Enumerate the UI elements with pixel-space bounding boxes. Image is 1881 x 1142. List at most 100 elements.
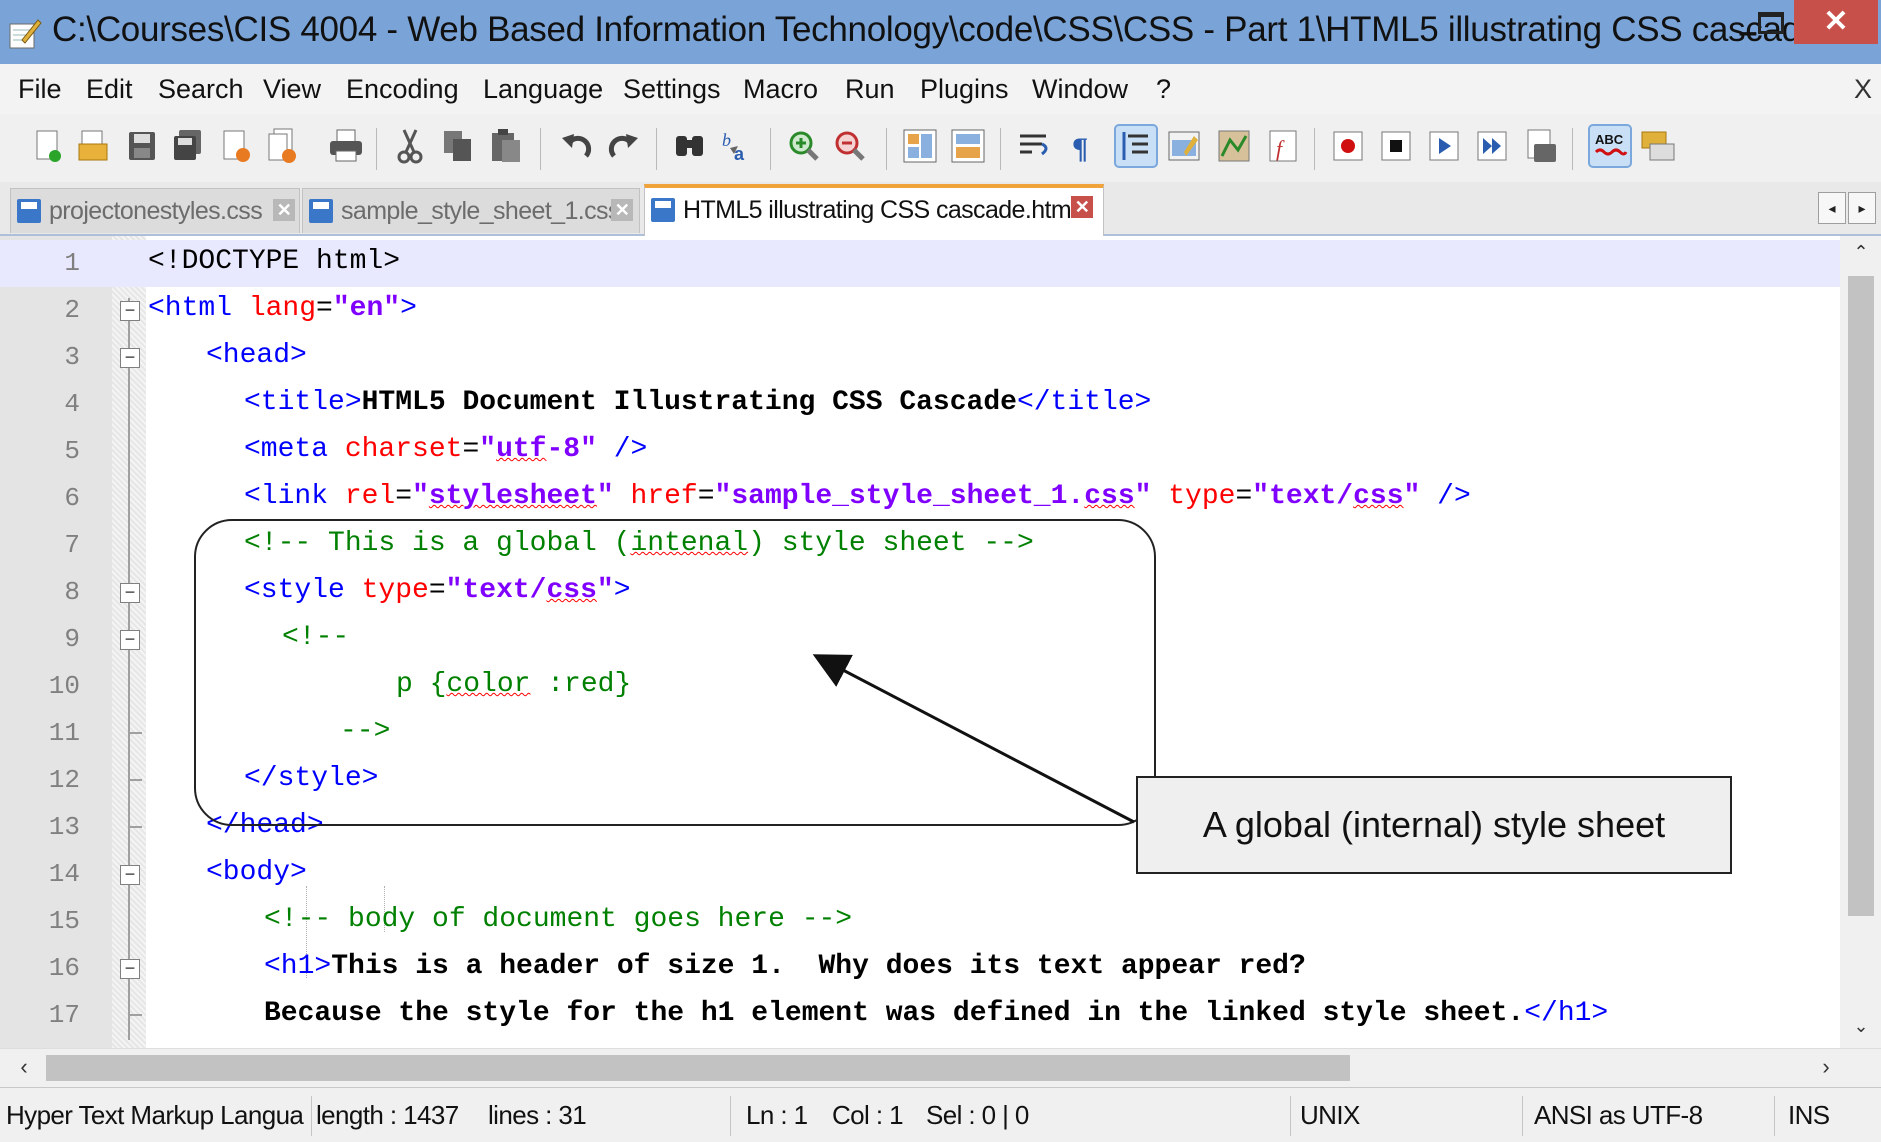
line-number: 2 xyxy=(64,295,80,325)
tab-close-icon[interactable]: ✕ xyxy=(611,199,633,221)
sync-horizontal-icon[interactable] xyxy=(948,126,988,166)
toolbar-separator xyxy=(1314,128,1315,170)
tag-token: <title> xyxy=(244,387,362,418)
find-icon[interactable] xyxy=(670,126,710,166)
menu-settings[interactable]: Settings xyxy=(623,74,721,105)
spell-check-options-icon[interactable] xyxy=(1638,126,1678,166)
print-icon[interactable] xyxy=(326,126,366,166)
scroll-down-icon[interactable]: ⌄ xyxy=(1848,1016,1874,1042)
zoom-out-icon[interactable] xyxy=(830,126,870,166)
status-separator xyxy=(1774,1096,1775,1136)
status-ln: Ln : 1 xyxy=(746,1100,808,1130)
stop-record-icon[interactable] xyxy=(1376,126,1416,166)
zoom-in-icon[interactable] xyxy=(784,126,824,166)
new-file-icon[interactable] xyxy=(28,126,68,166)
code-text: <html lang="en"> xyxy=(148,293,417,324)
toolbar-separator xyxy=(376,128,377,170)
value-token: css xyxy=(1084,481,1135,512)
cut-icon[interactable] xyxy=(390,126,430,166)
indent-guide-icon[interactable] xyxy=(1114,124,1158,168)
copy-icon[interactable] xyxy=(438,126,478,166)
value-token: css xyxy=(1353,481,1404,512)
menu-macro[interactable]: Macro xyxy=(743,74,818,105)
menu-plugins[interactable]: Plugins xyxy=(920,74,1009,105)
play-macro-icon[interactable] xyxy=(1424,126,1464,166)
toolbar-separator xyxy=(1000,128,1001,170)
value-token: " xyxy=(412,481,429,512)
status-length: length : 1437 xyxy=(316,1100,459,1130)
vertical-scroll-thumb[interactable] xyxy=(1848,276,1874,916)
fold-toggle-icon[interactable]: − xyxy=(120,583,140,603)
fold-toggle-icon[interactable]: − xyxy=(120,630,140,650)
tag-token: > xyxy=(400,293,417,324)
close-icon[interactable] xyxy=(216,126,256,166)
save-icon[interactable] xyxy=(122,126,162,166)
line-number: 10 xyxy=(48,671,80,701)
status-separator xyxy=(730,1096,731,1136)
scroll-right-icon[interactable]: › xyxy=(1812,1053,1840,1081)
show-all-chars-icon[interactable]: ¶ xyxy=(1062,126,1102,166)
tag-token: <link xyxy=(244,481,345,512)
line-number: 6 xyxy=(64,483,80,513)
sync-vertical-icon[interactable] xyxy=(900,126,940,166)
toolbar: ba ¶ f ABC xyxy=(0,114,1881,182)
line-number: 16 xyxy=(48,953,80,983)
menu-run[interactable]: Run xyxy=(845,74,895,105)
menu-search[interactable]: Search xyxy=(158,74,244,105)
undo-icon[interactable] xyxy=(556,126,596,166)
close-all-icon[interactable] xyxy=(262,126,302,166)
tab-sample-style-sheet[interactable]: sample_style_sheet_1.css ✕ xyxy=(302,188,640,233)
code-line-16: 16 − <h1>This is a header of size 1. Why… xyxy=(0,945,1840,992)
vertical-scrollbar[interactable]: ⌃ ⌄ xyxy=(1840,236,1881,1048)
fold-toggle-icon[interactable]: − xyxy=(120,865,140,885)
menu-window[interactable]: Window xyxy=(1032,74,1128,105)
menu-encoding[interactable]: Encoding xyxy=(346,74,459,105)
spell-check-icon[interactable]: ABC xyxy=(1588,124,1632,168)
redo-icon[interactable] xyxy=(604,126,644,166)
code-text: <link rel="stylesheet" href="sample_styl… xyxy=(244,481,1471,512)
save-all-icon[interactable] xyxy=(168,126,208,166)
menu-language[interactable]: Language xyxy=(483,74,603,105)
record-macro-icon[interactable] xyxy=(1328,126,1368,166)
tab-close-icon[interactable]: ✕ xyxy=(273,199,295,221)
fold-toggle-icon[interactable]: − xyxy=(120,348,140,368)
close-document-button[interactable]: X xyxy=(1854,74,1872,105)
value-token: " xyxy=(1134,481,1152,512)
user-language-icon[interactable] xyxy=(1164,126,1204,166)
attr-token: lang xyxy=(248,293,317,324)
tab-scroll-right-button[interactable]: ▸ xyxy=(1848,192,1876,224)
paste-icon[interactable] xyxy=(486,126,526,166)
horizontal-scrollbar[interactable]: ‹ › xyxy=(0,1048,1881,1087)
close-window-button[interactable]: ✕ xyxy=(1794,0,1878,44)
menu-view[interactable]: View xyxy=(263,74,321,105)
horizontal-scroll-thumb[interactable] xyxy=(46,1055,1350,1081)
line-number: 5 xyxy=(64,436,80,466)
tab-html5-cascade[interactable]: HTML5 illustrating CSS cascade.html ✕ xyxy=(644,184,1104,238)
eq-token: = xyxy=(1235,481,1253,512)
word-wrap-icon[interactable] xyxy=(1014,126,1054,166)
line-number: 13 xyxy=(48,812,80,842)
menu-help[interactable]: ? xyxy=(1156,74,1171,105)
fold-toggle-icon[interactable]: − xyxy=(120,301,140,321)
status-language: Hyper Text Markup Langua xyxy=(6,1100,304,1130)
menu-file[interactable]: File xyxy=(18,74,62,105)
maximize-button[interactable] xyxy=(1758,12,1784,34)
save-macro-icon[interactable] xyxy=(1520,126,1560,166)
window-title: C:\Courses\CIS 4004 - Web Based Informat… xyxy=(52,10,1877,49)
scroll-up-icon[interactable]: ⌃ xyxy=(1848,242,1874,268)
code-line-1: 1 <!DOCTYPE html> xyxy=(0,240,1840,287)
replace-icon[interactable]: ba xyxy=(718,126,758,166)
tab-scroll-left-button[interactable]: ◂ xyxy=(1818,192,1846,224)
tab-close-icon[interactable]: ✕ xyxy=(1071,196,1093,218)
scroll-left-icon[interactable]: ‹ xyxy=(10,1053,38,1081)
run-macro-multiple-icon[interactable] xyxy=(1472,126,1512,166)
tag-token: <h1> xyxy=(264,951,332,982)
fold-toggle-icon[interactable]: − xyxy=(120,959,140,979)
function-list-icon[interactable]: f xyxy=(1264,126,1304,166)
svg-text:ABC: ABC xyxy=(1595,132,1624,147)
open-file-icon[interactable] xyxy=(74,126,114,166)
doc-map-icon[interactable] xyxy=(1214,126,1254,166)
menu-edit[interactable]: Edit xyxy=(86,74,133,105)
tab-projectonestyles[interactable]: projectonestyles.css ✕ xyxy=(10,188,300,233)
status-eol: UNIX xyxy=(1300,1100,1360,1130)
